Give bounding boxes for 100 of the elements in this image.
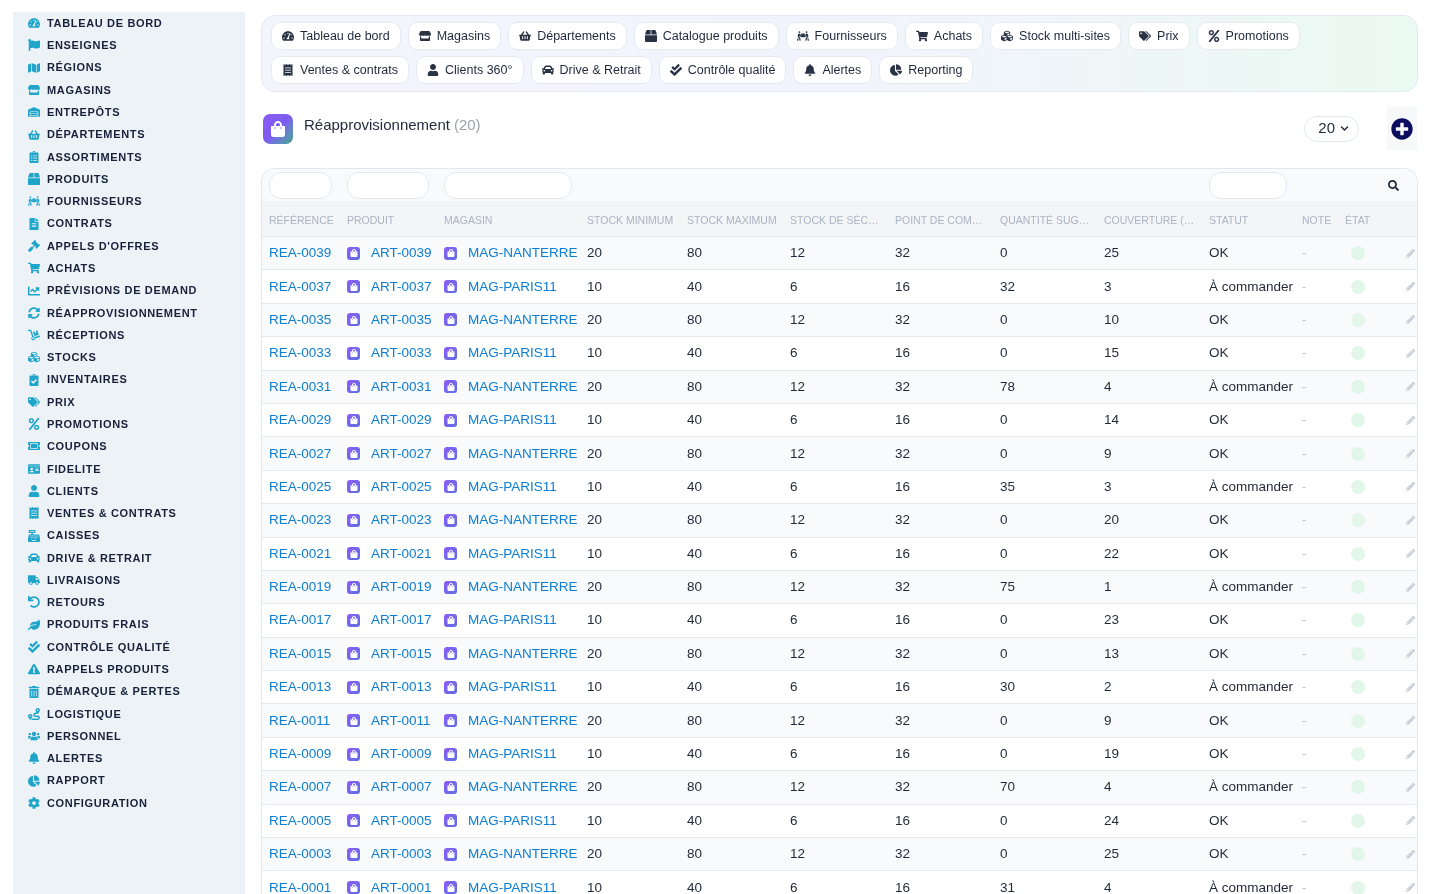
reference-link[interactable]: REA-0019 [269, 580, 332, 595]
reference-link[interactable]: REA-0007 [269, 780, 332, 795]
nav-tab[interactable]: Stock multi-sites [990, 22, 1122, 50]
product-link[interactable]: ART-0035 [371, 312, 432, 327]
product-link[interactable]: ART-0037 [371, 279, 432, 294]
sidebar-item[interactable]: DÉPARTEMENTS [13, 123, 245, 146]
store-link[interactable]: MAG-PARIS11 [468, 279, 557, 294]
sidebar-item[interactable]: LIVRAISONS [13, 569, 245, 592]
pencil-icon[interactable] [1406, 415, 1415, 425]
store-link[interactable]: MAG-NANTERRE [468, 312, 578, 327]
store-link[interactable]: MAG-NANTERRE [468, 246, 578, 261]
product-link[interactable]: ART-0005 [371, 813, 432, 828]
sidebar-item[interactable]: FOURNISSEURS [13, 190, 245, 213]
filter-field[interactable] [347, 171, 429, 199]
nav-tab[interactable]: Reporting [879, 56, 974, 84]
nav-tab[interactable]: Prix [1128, 22, 1190, 50]
store-link[interactable]: MAG-NANTERRE [468, 513, 578, 528]
store-link[interactable]: MAG-NANTERRE [468, 379, 578, 394]
sidebar-item[interactable]: CLIENTS [13, 479, 245, 503]
pencil-icon[interactable] [1406, 782, 1415, 792]
product-link[interactable]: ART-0001 [371, 880, 432, 894]
nav-tab[interactable]: Fournisseurs [785, 22, 898, 50]
sidebar-item[interactable]: RAPPELS PRODUITS [13, 658, 245, 681]
pencil-icon[interactable] [1406, 315, 1415, 325]
reference-link[interactable]: REA-0033 [269, 346, 332, 361]
product-link[interactable]: ART-0023 [371, 513, 432, 528]
sidebar-item[interactable]: FIDELITE [13, 457, 245, 480]
pencil-icon[interactable] [1406, 616, 1415, 625]
pencil-icon[interactable] [1406, 682, 1415, 692]
reference-link[interactable]: REA-0017 [269, 613, 332, 628]
sidebar-item[interactable]: RÉGIONS [13, 56, 245, 79]
reference-link[interactable]: REA-0005 [269, 813, 332, 828]
sidebar-item[interactable]: CONFIGURATION [13, 791, 245, 815]
sidebar-item[interactable]: PRODUITS FRAIS [13, 613, 245, 636]
product-link[interactable]: ART-0039 [371, 246, 432, 261]
sidebar-item[interactable]: COUPONS [13, 435, 245, 458]
nav-tab[interactable]: Promotions [1196, 22, 1300, 50]
reference-link[interactable]: REA-0029 [269, 413, 332, 428]
sidebar-item[interactable]: PRIX [13, 390, 245, 414]
store-link[interactable]: MAG-PARIS11 [468, 413, 557, 428]
reference-link[interactable]: REA-0027 [269, 446, 332, 461]
reference-link[interactable]: REA-0023 [269, 513, 332, 528]
store-link[interactable]: MAG-NANTERRE [468, 646, 578, 661]
sidebar-item[interactable]: CONTRATS [13, 212, 245, 235]
sidebar-item[interactable]: DÉMARQUE & PERTES [13, 680, 245, 703]
sidebar-item[interactable]: APPELS D'OFFRES [13, 234, 245, 258]
sidebar-item[interactable]: PRODUITS [13, 167, 245, 191]
sidebar-item[interactable]: PERSONNEL [13, 725, 245, 748]
reference-link[interactable]: REA-0011 [269, 713, 331, 728]
sidebar-item[interactable]: RÉAPPROVISIONNEMENT [13, 301, 245, 324]
store-link[interactable]: MAG-NANTERRE [468, 580, 578, 595]
pencil-icon[interactable] [1406, 282, 1415, 292]
nav-tab[interactable]: Contrôle qualité [658, 56, 787, 84]
product-link[interactable]: ART-0011 [371, 713, 431, 728]
pencil-icon[interactable] [1406, 649, 1415, 659]
filter-field[interactable] [444, 171, 572, 199]
reference-link[interactable]: REA-0015 [269, 646, 332, 661]
sidebar-item[interactable]: STOCKS [13, 346, 245, 369]
reference-link[interactable]: REA-0039 [269, 246, 332, 261]
pencil-icon[interactable] [1406, 883, 1415, 893]
sidebar-item[interactable]: MAGASINS [13, 78, 245, 102]
pencil-icon[interactable] [1406, 749, 1415, 759]
sidebar-item[interactable]: VENTES & CONTRATS [13, 502, 245, 525]
product-link[interactable]: ART-0029 [371, 413, 432, 428]
store-link[interactable]: MAG-PARIS11 [468, 880, 557, 894]
nav-tab[interactable]: Magasins [407, 22, 502, 50]
nav-tab[interactable]: Clients 360° [416, 56, 524, 84]
pencil-icon[interactable] [1406, 348, 1415, 358]
sidebar-item[interactable]: RETOURS [13, 591, 245, 614]
sidebar-item[interactable]: PROMOTIONS [13, 413, 245, 436]
reference-link[interactable]: REA-0035 [269, 312, 332, 327]
sidebar-item[interactable]: INVENTAIRES [13, 368, 245, 391]
product-link[interactable]: ART-0009 [371, 747, 432, 762]
product-link[interactable]: ART-0017 [371, 613, 432, 628]
pencil-icon[interactable] [1406, 849, 1415, 859]
product-link[interactable]: ART-0013 [371, 680, 432, 695]
store-link[interactable]: MAG-PARIS11 [468, 680, 557, 695]
pencil-icon[interactable] [1406, 816, 1415, 826]
store-link[interactable]: MAG-PARIS11 [468, 479, 557, 494]
pencil-icon[interactable] [1406, 382, 1415, 392]
reference-link[interactable]: REA-0001 [269, 880, 332, 894]
product-link[interactable]: ART-0007 [371, 780, 432, 795]
sidebar-item[interactable]: PRÉVISIONS DE DEMAND [13, 279, 245, 302]
sidebar-item[interactable]: TABLEAU DE BORD [13, 12, 245, 35]
pencil-icon[interactable] [1406, 549, 1415, 559]
reference-link[interactable]: REA-0037 [269, 279, 332, 294]
sidebar-item[interactable]: CONTRÔLE QUALITÉ [13, 635, 245, 659]
sidebar-item[interactable]: ACHATS [13, 257, 245, 280]
nav-tab[interactable]: Achats [904, 22, 984, 50]
reference-link[interactable]: REA-0021 [269, 546, 332, 561]
store-link[interactable]: MAG-NANTERRE [468, 847, 578, 862]
nav-tab[interactable]: Départements [508, 22, 627, 50]
pencil-icon[interactable] [1406, 482, 1415, 492]
nav-tab[interactable]: Tableau de bord [271, 22, 401, 50]
pencil-icon[interactable] [1406, 582, 1415, 592]
filter-field[interactable] [269, 171, 332, 199]
add-button[interactable] [1387, 107, 1417, 150]
product-link[interactable]: ART-0033 [371, 346, 432, 361]
store-link[interactable]: MAG-PARIS11 [468, 747, 557, 762]
sidebar-item[interactable]: RAPPORT [13, 769, 245, 792]
